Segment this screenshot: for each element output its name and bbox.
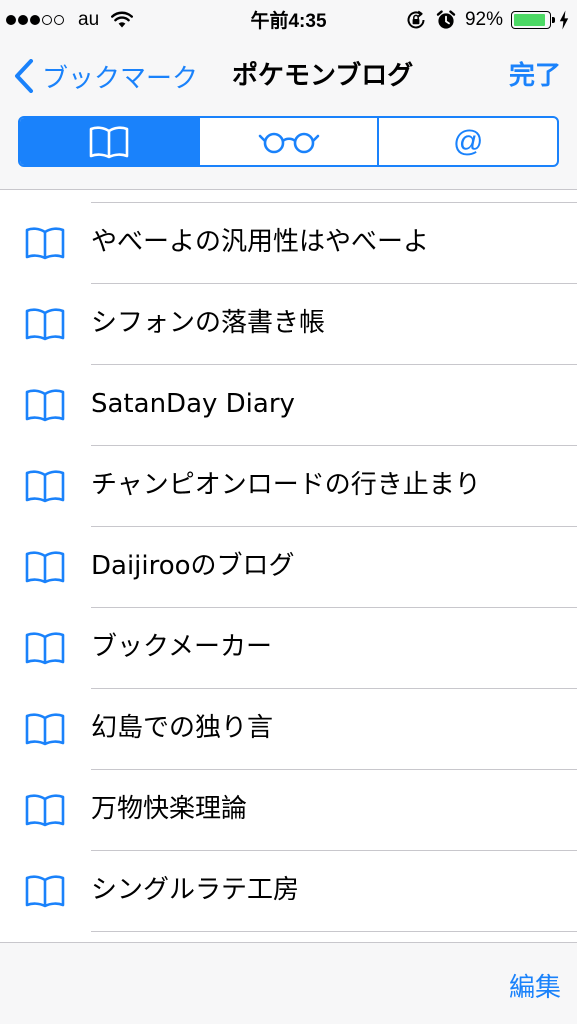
- bookmark-title: ブックメーカー: [91, 632, 272, 662]
- book-icon: [25, 632, 65, 665]
- charging-bolt-icon: [559, 10, 569, 30]
- segment-bookmarks[interactable]: [20, 118, 200, 165]
- bookmark-title: 万物快楽理論: [91, 794, 248, 824]
- battery-percentage: 92%: [464, 9, 503, 30]
- book-icon: [25, 470, 65, 503]
- bookmark-row[interactable]: 幻島での独り言: [0, 688, 577, 769]
- book-icon: [25, 308, 65, 341]
- bookmark-row[interactable]: Daijirooのブログ: [0, 526, 577, 607]
- bookmark-row[interactable]: やべーよの汎用性はやべーよ: [0, 202, 577, 283]
- book-icon: [25, 713, 65, 746]
- book-icon: [25, 551, 65, 584]
- edit-button[interactable]: 編集: [509, 967, 561, 1004]
- bookmark-title: シフォンの落書き帳: [91, 308, 326, 338]
- battery-level: [514, 14, 546, 26]
- at-sign-icon: @: [452, 124, 484, 158]
- bookmark-row[interactable]: チャンピオンロードの行き止まり: [0, 445, 577, 526]
- bookmark-row[interactable]: シフォンの落書き帳: [0, 283, 577, 364]
- done-button[interactable]: 完了: [509, 58, 561, 94]
- back-button-label: ブックマーク: [42, 63, 199, 94]
- bookmark-row[interactable]: ブックメーカー: [0, 607, 577, 688]
- alarm-icon: [436, 10, 456, 29]
- book-icon: [25, 227, 65, 260]
- bookmark-row[interactable]: 万物快楽理論: [0, 769, 577, 850]
- rotation-lock-icon: [407, 10, 425, 29]
- chevron-left-icon: [15, 59, 33, 93]
- book-icon: [25, 794, 65, 827]
- bookmark-title: SatanDay Diary: [91, 389, 295, 419]
- status-right: 92%: [405, 8, 569, 32]
- battery-tip: [552, 17, 555, 23]
- segmented-control: @: [18, 116, 559, 167]
- reading-glasses-icon: [258, 132, 319, 153]
- book-icon: [25, 389, 65, 422]
- bookmark-title: Daijirooのブログ: [91, 551, 295, 581]
- bookmark-row[interactable]: SatanDay Diary: [0, 364, 577, 445]
- bookmark-title: やべーよの汎用性はやべーよ: [91, 227, 430, 257]
- page-title: ポケモンブログ: [232, 61, 414, 91]
- bottom-toolbar: 編集: [0, 942, 577, 1024]
- bookmarks-screen: au 午前4:35 92% ブックマーク ポケモンブログ 完了 @ やべーよの汎…: [0, 0, 577, 1024]
- row-separator: [91, 931, 577, 932]
- bookmark-title: シングルラテ工房: [91, 875, 300, 905]
- bookmark-title: 幻島での独り言: [91, 713, 274, 743]
- back-button[interactable]: ブックマーク: [14, 58, 198, 94]
- bookmark-list[interactable]: やべーよの汎用性はやべーよ シフォンの落書き帳 SatanDay Diary チャンピ…: [0, 190, 577, 942]
- segment-shared-links[interactable]: @: [379, 118, 557, 165]
- bookmark-title: チャンピオンロードの行き止まり: [91, 470, 481, 500]
- navigation-bar: ブックマーク ポケモンブログ 完了 @: [0, 40, 577, 190]
- bookmark-row[interactable]: シングルラテ工房: [0, 850, 577, 931]
- battery-icon: [511, 11, 555, 29]
- status-bar: au 午前4:35 92%: [0, 0, 577, 40]
- book-icon: [25, 875, 65, 908]
- segment-reading-list[interactable]: [200, 118, 380, 165]
- book-icon: [89, 125, 129, 158]
